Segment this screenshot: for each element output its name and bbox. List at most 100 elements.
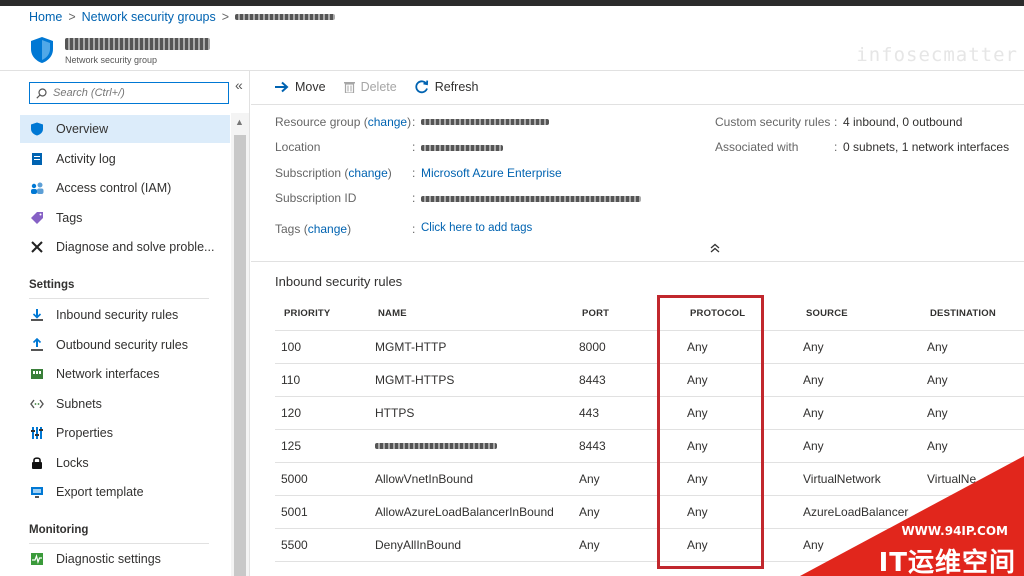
column-header-name[interactable]: NAME [369, 297, 573, 331]
move-button[interactable]: Move [275, 80, 326, 94]
delete-button[interactable]: Delete [343, 80, 397, 94]
delete-label: Delete [360, 80, 397, 94]
associated-with-value: 0 subnets, 1 network interfaces [843, 140, 1010, 154]
sidebar-item-inbound-rules[interactable]: Inbound security rules [20, 301, 230, 329]
table-row[interactable]: 120 HTTPS 443 Any Any Any [275, 396, 1024, 430]
top-bar [0, 0, 1024, 6]
cell-source: VirtualNetwork [797, 462, 921, 496]
sidebar-item-label: Diagnose and solve proble... [56, 240, 215, 254]
diagnostic-icon [31, 553, 43, 565]
breadcrumb-nsg-list[interactable]: Network security groups [82, 10, 216, 24]
lock-icon [32, 457, 42, 469]
redacted-location [421, 145, 503, 151]
sidebar-item-diagnose[interactable]: Diagnose and solve proble... [20, 233, 230, 261]
associated-with-label: Associated with [715, 140, 799, 154]
cell-destination: Any [921, 330, 1024, 364]
cell-name: MGMT-HTTPS [369, 363, 573, 397]
sidebar-item-export-template[interactable]: Export template [20, 478, 230, 506]
divider [29, 543, 209, 544]
subscription-id-label: Subscription ID [275, 191, 357, 205]
change-resource-group-link[interactable]: change [368, 115, 407, 129]
people-icon [31, 182, 44, 194]
column-header-priority[interactable]: PRIORITY [275, 297, 369, 331]
subscription-link[interactable]: Microsoft Azure Enterprise [421, 166, 562, 180]
sidebar-item-label: Activity log [56, 152, 116, 166]
colon: : [412, 115, 416, 129]
cell-protocol: Any [681, 363, 797, 397]
cell-port: Any [573, 495, 681, 529]
resource-type-label: Network security group [65, 55, 158, 65]
cell-port: Any [573, 462, 681, 496]
refresh-icon [415, 80, 428, 94]
sidebar-item-label: Tags [56, 211, 83, 225]
scroll-up-icon[interactable]: ▲ [235, 117, 244, 127]
column-header-protocol[interactable]: PROTOCOL [681, 297, 797, 331]
table-row[interactable]: 5000 AllowVnetInBound Any Any VirtualNet… [275, 462, 1024, 496]
cell-protocol: Any [681, 528, 797, 562]
sidebar-item-diagnostic-settings[interactable]: Diagnostic settings [20, 545, 230, 573]
refresh-button[interactable]: Refresh [415, 80, 479, 94]
sidebar-item-label: Overview [56, 122, 109, 136]
redacted-resource-name [235, 14, 336, 20]
cell-destination: VirtualNe [921, 462, 1024, 496]
table-row[interactable]: 110 MGMT-HTTPS 8443 Any Any Any [275, 363, 1024, 397]
column-header-destination[interactable]: DESTINATION [921, 297, 1024, 331]
redacted-subscription-id [421, 196, 641, 202]
change-tags-link[interactable]: change [308, 222, 347, 236]
custom-rules-label: Custom security rules [715, 115, 831, 129]
table-row[interactable]: 100 MGMT-HTTP 8000 Any Any Any [275, 330, 1024, 364]
table-row[interactable]: 125 8443 Any Any Any [275, 429, 1024, 463]
cell-name: MGMT-HTTP [369, 330, 573, 364]
column-header-source[interactable]: SOURCE [797, 297, 921, 331]
sidebar-item-properties[interactable]: Properties [20, 419, 230, 447]
move-label: Move [295, 80, 326, 94]
cell-priority: 5000 [275, 462, 369, 496]
table-row[interactable]: 5001 AllowAzureLoadBalancerInBound Any A… [275, 495, 1024, 529]
sidebar-item-activity-log[interactable]: Activity log [20, 145, 230, 173]
colon: : [412, 140, 416, 154]
sidebar-item-network-interfaces[interactable]: Network interfaces [20, 360, 230, 388]
sidebar-item-label: Outbound security rules [56, 338, 189, 352]
arrow-right-icon [275, 81, 289, 93]
sidebar-item-iam[interactable]: Access control (IAM) [20, 174, 230, 202]
sidebar-item-label: Properties [56, 426, 113, 440]
sidebar-item-tags[interactable]: Tags [20, 204, 230, 232]
scrollbar-thumb[interactable] [234, 135, 246, 576]
search-input[interactable]: Search (Ctrl+/) [29, 82, 229, 104]
shield-icon [31, 122, 43, 136]
sidebar-item-overview[interactable]: Overview [20, 115, 230, 143]
sidebar-item-locks[interactable]: Locks [20, 449, 230, 477]
cell-destination: Any [921, 363, 1024, 397]
cell-source: Any [797, 363, 921, 397]
collapse-sidebar-button[interactable]: « [235, 77, 243, 93]
inbound-rules-title: Inbound security rules [275, 274, 403, 289]
collapse-essentials-icon[interactable] [710, 243, 720, 256]
tags-label: Tags (change) [275, 222, 352, 236]
cell-priority: 5500 [275, 528, 369, 562]
redacted-resource-group[interactable] [421, 119, 549, 125]
cell-priority: 110 [275, 363, 369, 397]
command-bar: Move Delete Refresh [275, 80, 479, 94]
sidebar-item-label: Diagnostic settings [56, 552, 161, 566]
divider [29, 298, 209, 299]
sidebar-item-label: Locks [56, 456, 89, 470]
change-subscription-link[interactable]: change [348, 166, 387, 180]
add-tags-link[interactable]: Click here to add tags [421, 222, 532, 234]
cell-port: Any [573, 528, 681, 562]
colon: : [412, 166, 416, 180]
trash-icon [343, 82, 355, 93]
sidebar-scrollbar[interactable]: ▲ [231, 113, 249, 576]
subnet-icon [30, 399, 44, 409]
table-row[interactable]: 5500 DenyAllInBound Any Any Any [275, 528, 1024, 562]
sidebar-item-outbound-rules[interactable]: Outbound security rules [20, 331, 230, 359]
cell-protocol: Any [681, 330, 797, 364]
sidebar-item-subnets[interactable]: Subnets [20, 390, 230, 418]
outbound-icon [31, 338, 43, 351]
colon: : [834, 115, 838, 129]
divider [251, 104, 1024, 105]
breadcrumb-home[interactable]: Home [29, 10, 62, 24]
cell-source: Any [797, 528, 921, 562]
sidebar-item-label: Subnets [56, 397, 102, 411]
refresh-label: Refresh [434, 80, 479, 94]
column-header-port[interactable]: PORT [573, 297, 681, 331]
